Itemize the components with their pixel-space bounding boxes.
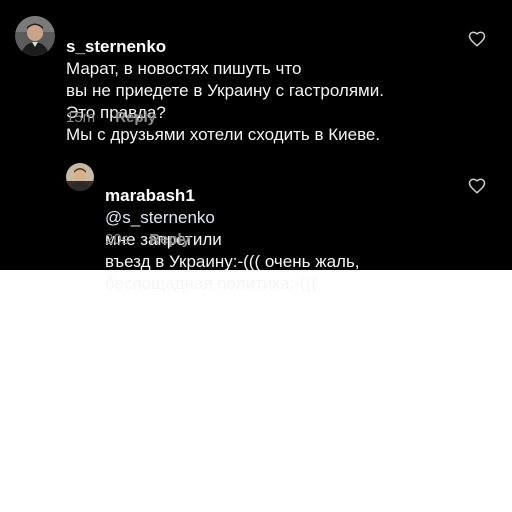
reply-time: 20s: [105, 231, 130, 248]
comment-item: s_sternenko Марат, в новостях пишуть что…: [0, 0, 512, 144]
reply-button[interactable]: Reply: [149, 231, 190, 248]
comment-text: s_sternenko Марат, в новостях пишуть что…: [66, 14, 466, 146]
comment-username[interactable]: s_sternenko: [66, 37, 166, 56]
heart-outline-icon[interactable]: [468, 30, 486, 48]
avatar[interactable]: [66, 163, 94, 191]
reply-text-rest: въезд в Украину:-((( очень жаль, беспоща…: [105, 252, 360, 293]
reply-meta: 20s Reply: [105, 231, 190, 248]
comment-text-line1: Марат, в новостях пишуть что: [66, 59, 302, 78]
reply-username[interactable]: marabash1: [105, 186, 195, 205]
reply-comment-item: marabash1 @s_sternenko мне запретили въез…: [0, 150, 512, 293]
reply-text: marabash1 @s_sternenko мне запретили въез…: [105, 163, 465, 295]
comment-meta: 15m Reply: [66, 109, 156, 126]
reply-button[interactable]: Reply: [115, 109, 156, 126]
comment-time: 15m: [66, 109, 96, 126]
comments-panel: s_sternenko Марат, в новостях пишуть что…: [0, 0, 512, 293]
mention-link[interactable]: @s_sternenko: [105, 208, 215, 227]
avatar[interactable]: [15, 16, 55, 56]
heart-outline-icon[interactable]: [468, 177, 486, 195]
